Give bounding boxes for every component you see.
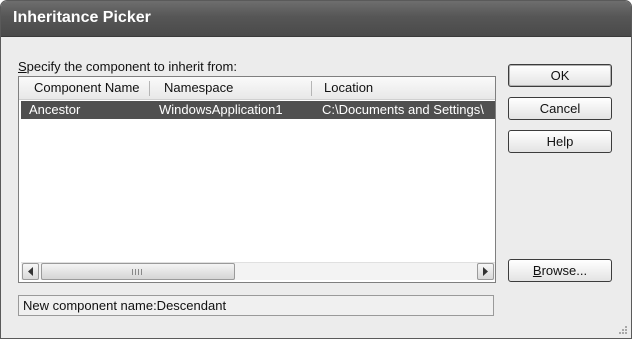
scroll-thumb[interactable] — [41, 263, 235, 280]
browse-label: rowse... — [541, 263, 588, 278]
column-header-location[interactable]: Location — [311, 77, 495, 99]
cell-component-name: Ancestor — [29, 102, 81, 117]
column-header-component-name[interactable]: Component Name — [19, 77, 149, 99]
browse-accelerator: B — [532, 263, 542, 278]
scroll-left-button[interactable] — [22, 263, 39, 280]
dialog-title: Inheritance Picker — [13, 9, 151, 26]
help-button[interactable]: Help — [508, 130, 612, 153]
inheritance-picker-dialog: Inheritance Picker Specify the component… — [0, 0, 632, 339]
column-header-namespace[interactable]: Namespace — [149, 77, 311, 99]
title-bar[interactable]: Inheritance Picker — [1, 1, 631, 37]
cell-namespace: WindowsApplication1 — [159, 102, 283, 117]
cancel-button[interactable]: Cancel — [508, 97, 612, 120]
prompt-label: Specify the component to inherit from: — [18, 59, 237, 74]
component-list-view[interactable]: Component Name Namespace Location Ancest… — [18, 76, 496, 283]
ok-button[interactable]: OK — [508, 64, 612, 87]
arrow-right-icon — [483, 267, 488, 276]
browse-button[interactable]: Browse... — [508, 259, 612, 282]
prompt-accelerator: S — [18, 59, 27, 74]
list-header: Component Name Namespace Location — [19, 77, 495, 100]
arrow-left-icon — [28, 267, 33, 276]
grip-icon — [132, 269, 142, 275]
cell-location: C:\Documents and Settings\ — [322, 102, 484, 117]
prompt-text: pecify the component to inherit from: — [26, 59, 237, 74]
list-row-ancestor[interactable]: Ancestor WindowsApplication1 C:\Document… — [21, 101, 495, 119]
status-new-component-name: New component name:Descendant — [18, 295, 494, 316]
horizontal-scrollbar[interactable] — [21, 262, 495, 280]
scroll-right-button[interactable] — [477, 263, 494, 280]
resize-grip-icon[interactable] — [617, 324, 627, 334]
